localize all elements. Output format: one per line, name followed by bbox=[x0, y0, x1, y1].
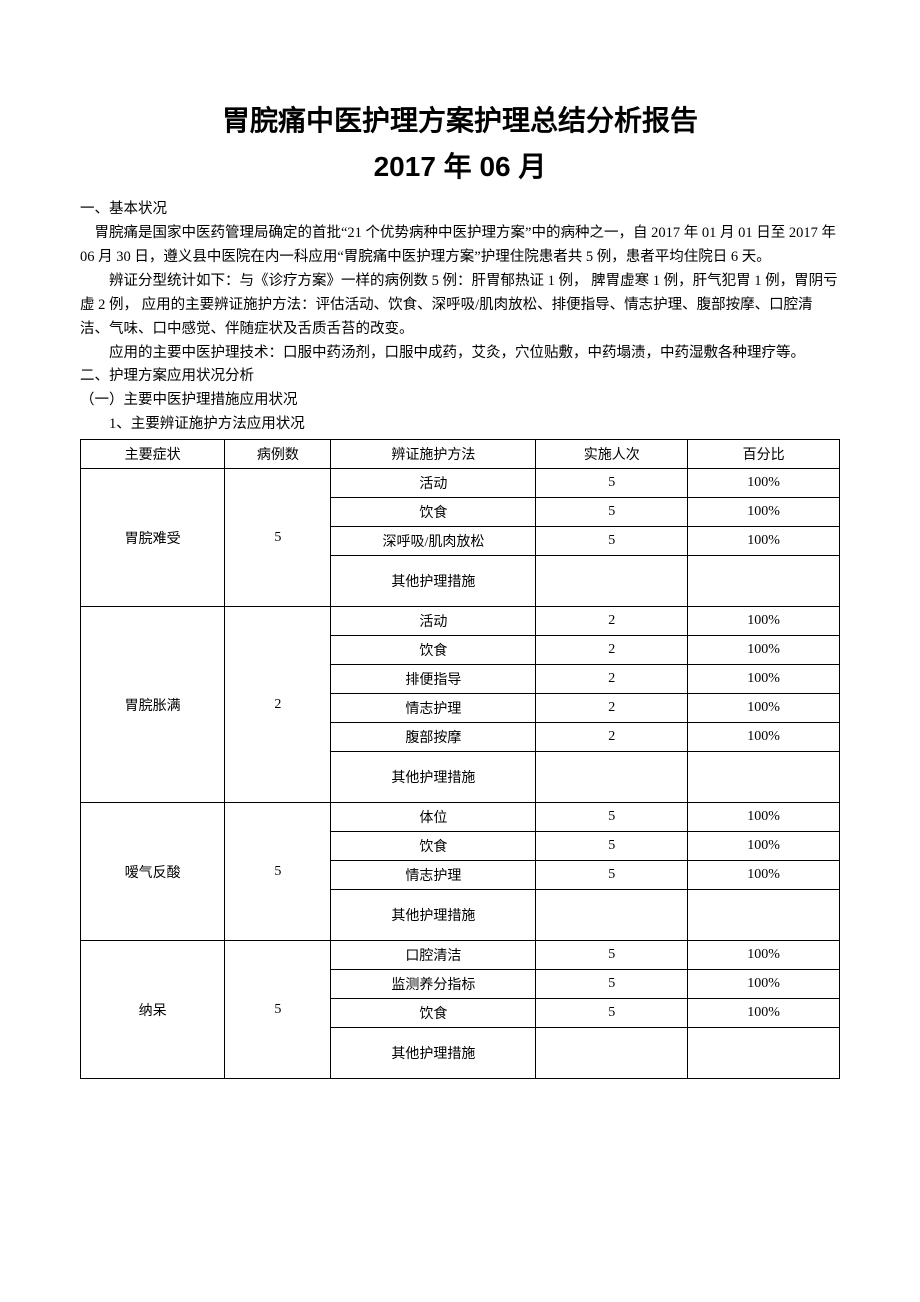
cell-method: 饮食 bbox=[331, 498, 536, 527]
cell-pct bbox=[688, 752, 840, 803]
th-count: 实施人次 bbox=[536, 440, 688, 469]
document-page: 胃脘痛中医护理方案护理总结分析报告 2017 年 06 月 一、基本状况 胃脘痛… bbox=[0, 0, 920, 1139]
cell-pct bbox=[688, 556, 840, 607]
cell-pct bbox=[688, 1028, 840, 1079]
cell-count: 5 bbox=[536, 861, 688, 890]
cell-pct: 100% bbox=[688, 665, 840, 694]
cell-method: 其他护理措施 bbox=[331, 752, 536, 803]
section2-sub1-1: 1、主要辨证施护方法应用状况 bbox=[80, 413, 840, 437]
cell-count: 5 bbox=[536, 469, 688, 498]
cell-count bbox=[536, 890, 688, 941]
cell-method: 深呼吸/肌肉放松 bbox=[331, 527, 536, 556]
table-header-row: 主要症状 病例数 辨证施护方法 实施人次 百分比 bbox=[81, 440, 840, 469]
cell-symptom: 嗳气反酸 bbox=[81, 803, 225, 941]
document-date: 2017 年 06 月 bbox=[80, 146, 840, 188]
cell-method: 情志护理 bbox=[331, 694, 536, 723]
cell-pct: 100% bbox=[688, 636, 840, 665]
cell-cases: 5 bbox=[225, 941, 331, 1079]
cell-method: 口腔清洁 bbox=[331, 941, 536, 970]
cell-method: 活动 bbox=[331, 607, 536, 636]
table-row: 胃脘难受5活动5100% bbox=[81, 469, 840, 498]
cell-method: 活动 bbox=[331, 469, 536, 498]
cell-pct: 100% bbox=[688, 607, 840, 636]
cell-pct: 100% bbox=[688, 999, 840, 1028]
cell-pct: 100% bbox=[688, 941, 840, 970]
cell-count: 2 bbox=[536, 636, 688, 665]
cell-method: 体位 bbox=[331, 803, 536, 832]
section2-sub1: （一）主要中医护理措施应用状况 bbox=[80, 389, 840, 413]
cell-count bbox=[536, 1028, 688, 1079]
cell-count: 5 bbox=[536, 498, 688, 527]
cell-method: 排便指导 bbox=[331, 665, 536, 694]
table-row: 纳呆5口腔清洁5100% bbox=[81, 941, 840, 970]
cell-method: 情志护理 bbox=[331, 861, 536, 890]
table-row: 嗳气反酸5体位5100% bbox=[81, 803, 840, 832]
cell-count: 2 bbox=[536, 694, 688, 723]
cell-count: 2 bbox=[536, 723, 688, 752]
cell-pct bbox=[688, 890, 840, 941]
nursing-table: 主要症状 病例数 辨证施护方法 实施人次 百分比 胃脘难受5活动5100%饮食5… bbox=[80, 439, 840, 1079]
paragraph-1: 胃脘痛是国家中医药管理局确定的首批“21 个优势病种中医护理方案”中的病种之一，… bbox=[80, 222, 840, 270]
cell-symptom: 胃脘胀满 bbox=[81, 607, 225, 803]
th-cases: 病例数 bbox=[225, 440, 331, 469]
cell-count bbox=[536, 752, 688, 803]
cell-pct: 100% bbox=[688, 694, 840, 723]
cell-method: 腹部按摩 bbox=[331, 723, 536, 752]
cell-pct: 100% bbox=[688, 469, 840, 498]
cell-count: 2 bbox=[536, 607, 688, 636]
cell-pct: 100% bbox=[688, 723, 840, 752]
section2-heading: 二、护理方案应用状况分析 bbox=[80, 365, 840, 389]
cell-symptom: 纳呆 bbox=[81, 941, 225, 1079]
cell-pct: 100% bbox=[688, 861, 840, 890]
cell-method: 监测养分指标 bbox=[331, 970, 536, 999]
cell-pct: 100% bbox=[688, 498, 840, 527]
cell-count: 5 bbox=[536, 941, 688, 970]
th-symptom: 主要症状 bbox=[81, 440, 225, 469]
document-title: 胃脘痛中医护理方案护理总结分析报告 bbox=[80, 100, 840, 142]
cell-pct: 100% bbox=[688, 832, 840, 861]
paragraph-2: 辨证分型统计如下：与《诊疗方案》一样的病例数 5 例：肝胃郁热证 1 例， 脾胃… bbox=[80, 270, 840, 342]
section1-heading: 一、基本状况 bbox=[80, 198, 840, 222]
cell-method: 其他护理措施 bbox=[331, 556, 536, 607]
cell-method: 其他护理措施 bbox=[331, 1028, 536, 1079]
table-row: 胃脘胀满2活动2100% bbox=[81, 607, 840, 636]
cell-symptom: 胃脘难受 bbox=[81, 469, 225, 607]
cell-count: 5 bbox=[536, 527, 688, 556]
cell-cases: 5 bbox=[225, 803, 331, 941]
cell-method: 饮食 bbox=[331, 832, 536, 861]
cell-cases: 2 bbox=[225, 607, 331, 803]
cell-method: 其他护理措施 bbox=[331, 890, 536, 941]
cell-method: 饮食 bbox=[331, 999, 536, 1028]
paragraph-3: 应用的主要中医护理技术：口服中药汤剂，口服中成药，艾灸，穴位贴敷，中药塌渍，中药… bbox=[80, 342, 840, 366]
cell-pct: 100% bbox=[688, 970, 840, 999]
cell-pct: 100% bbox=[688, 527, 840, 556]
cell-count: 5 bbox=[536, 999, 688, 1028]
cell-method: 饮食 bbox=[331, 636, 536, 665]
cell-count: 5 bbox=[536, 832, 688, 861]
th-method: 辨证施护方法 bbox=[331, 440, 536, 469]
cell-pct: 100% bbox=[688, 803, 840, 832]
cell-count bbox=[536, 556, 688, 607]
cell-cases: 5 bbox=[225, 469, 331, 607]
th-pct: 百分比 bbox=[688, 440, 840, 469]
cell-count: 5 bbox=[536, 970, 688, 999]
cell-count: 2 bbox=[536, 665, 688, 694]
cell-count: 5 bbox=[536, 803, 688, 832]
